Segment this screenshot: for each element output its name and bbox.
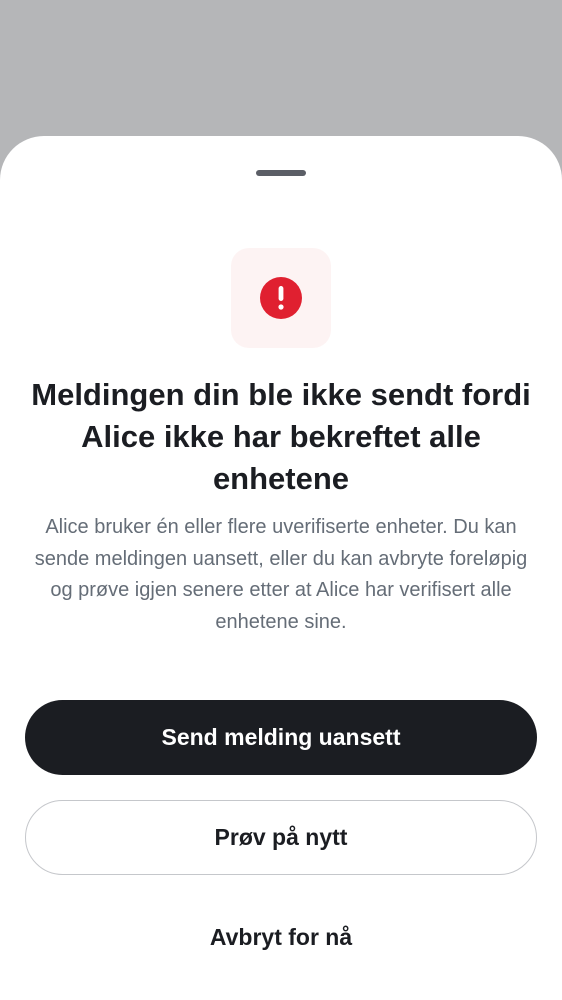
cancel-for-now-button[interactable]: Avbryt for nå bbox=[25, 900, 537, 975]
dialog-description: Alice bruker én eller flere uverifiserte… bbox=[34, 516, 528, 633]
send-anyway-button[interactable]: Send melding uansett bbox=[25, 700, 537, 775]
retry-button[interactable]: Prøv på nytt bbox=[25, 800, 537, 875]
error-alert-icon bbox=[260, 277, 302, 319]
bottom-sheet: Meldingen din ble ikke sendt fordi Alice… bbox=[0, 136, 562, 1000]
dialog-title: Meldingen din ble ikke sendt fordi Alice… bbox=[31, 377, 531, 496]
sheet-drag-handle[interactable] bbox=[256, 170, 306, 176]
alert-icon-tile bbox=[231, 248, 331, 348]
